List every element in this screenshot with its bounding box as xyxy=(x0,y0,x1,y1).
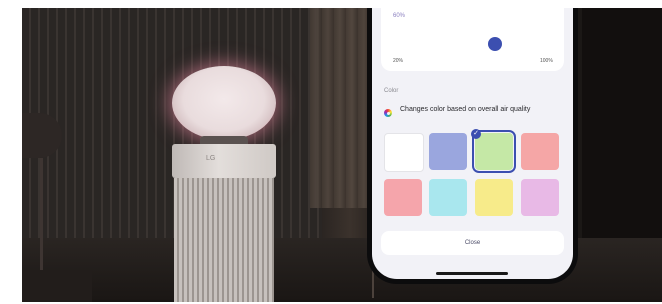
brand-logo: LG xyxy=(206,155,216,162)
color-swatch-blue[interactable] xyxy=(429,133,467,170)
color-swatch-lavender[interactable] xyxy=(521,179,559,216)
color-swatch-green[interactable]: ✓ xyxy=(471,129,516,173)
table-lamp-pole xyxy=(40,158,43,278)
close-button[interactable]: Close xyxy=(381,231,564,255)
color-wheel-icon xyxy=(384,109,392,117)
color-section-title: Color xyxy=(384,88,399,94)
color-swatch-red[interactable] xyxy=(521,133,559,170)
slider-max-label: 100% xyxy=(540,58,553,64)
brightness-slider-thumb[interactable] xyxy=(488,37,502,51)
brightness-card: 60% 20% 100% xyxy=(381,8,564,71)
brightness-value: 60% xyxy=(393,13,406,19)
color-swatch-white[interactable] xyxy=(384,133,424,172)
air-purifier-mood-light xyxy=(172,66,276,140)
auto-color-label: Changes color based on overall air quali… xyxy=(400,106,531,113)
home-indicator xyxy=(436,272,508,275)
color-swatch-yellow[interactable] xyxy=(475,179,513,216)
air-purifier-body xyxy=(174,178,274,302)
slider-min-label: 20% xyxy=(393,58,404,64)
color-swatch-cyan[interactable] xyxy=(429,179,467,216)
phone-mockup: 60% 20% 100% Color Changes color based o… xyxy=(367,8,578,284)
side-table xyxy=(22,270,92,302)
hero-photo: LG 60% 20% 100% Color Changes color base… xyxy=(22,8,662,302)
color-swatch-coral[interactable] xyxy=(384,179,422,216)
air-purifier-top-panel xyxy=(172,144,276,178)
check-icon: ✓ xyxy=(471,129,481,139)
auto-color-option[interactable]: Changes color based on overall air quali… xyxy=(384,105,564,129)
